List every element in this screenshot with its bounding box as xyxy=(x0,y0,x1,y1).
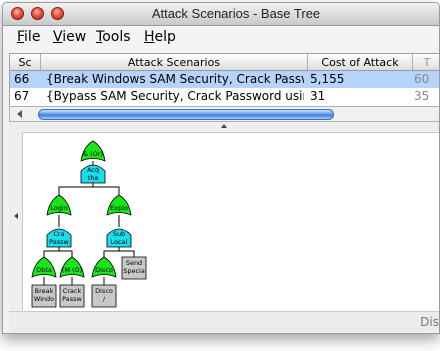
tree-node-crackleaf[interactable]: CrackPassw xyxy=(59,284,85,308)
row-extra: 35 xyxy=(414,89,430,103)
tree-node-crack[interactable]: CraPassw xyxy=(46,228,72,248)
menu-tools[interactable]: Tools xyxy=(96,29,131,45)
tree-edge xyxy=(58,183,94,195)
tree-node-label: Disco xyxy=(95,266,113,274)
tree-node-label: Cra xyxy=(53,230,64,238)
tree-edge xyxy=(103,247,120,257)
attack-tree-canvas[interactable]: & (Or) Acq the Login Explo Cra Passw Sub Local Ob… xyxy=(23,132,439,311)
split-pane-divider[interactable] xyxy=(9,123,439,131)
row-scenario: {Break Windows SAM Security, Crack Passw… xyxy=(46,72,304,86)
row-number: 66 xyxy=(14,72,30,86)
table-row[interactable]: 67 {Bypass SAM Security, Crack Password … xyxy=(10,88,439,105)
tree-node-label: & (Or) xyxy=(83,150,103,158)
scenario-table: Sc Attack Scenarios Cost of Attack T 66 … xyxy=(9,53,439,107)
tree-node-label: Local xyxy=(111,238,128,246)
menu-help[interactable]: Help xyxy=(144,29,176,45)
row-extra: 60 xyxy=(414,72,430,86)
tree-node-label: Login xyxy=(50,204,68,212)
tree-node-label: Send xyxy=(126,259,142,267)
table-header: Sc Attack Scenarios Cost of Attack T xyxy=(10,54,439,71)
tree-edge xyxy=(43,247,60,257)
attack-tree: & (Or)AcqtheLogin ExploCraPasswSubLocalOb… xyxy=(31,140,147,308)
status-text: Dis xyxy=(420,315,439,329)
tree-node-discoleaf[interactable]: Disco/ xyxy=(91,284,117,308)
left-collapse-handle[interactable] xyxy=(9,132,23,310)
collapse-left-icon[interactable] xyxy=(12,212,20,220)
scrollbar-thumb[interactable] xyxy=(38,109,334,120)
tree-node-send[interactable]: SendSpecia xyxy=(121,256,147,280)
tree-node-break[interactable]: BreakWindo xyxy=(31,284,57,308)
tree-node-disco[interactable]: Disco xyxy=(91,256,117,278)
menu-view[interactable]: View xyxy=(53,29,86,45)
status-bar: Dis xyxy=(9,311,439,332)
tree-node-label: Explo xyxy=(110,204,128,212)
tree-edge xyxy=(118,247,135,257)
tree-node-label: Passw xyxy=(62,295,82,303)
tree-node-mor[interactable]: (M (O) xyxy=(59,256,85,278)
tree-node-label: Break xyxy=(35,287,54,295)
tree-edge xyxy=(58,247,73,257)
tree-node-login[interactable]: Login xyxy=(46,194,72,216)
tree-node-label: Crack xyxy=(63,287,82,295)
window-title: Attack Scenarios - Base Tree xyxy=(151,6,321,21)
horizontal-scrollbar[interactable] xyxy=(9,106,439,122)
tree-node-root[interactable]: & (Or) xyxy=(80,140,106,162)
row-cost: 31 xyxy=(310,89,326,103)
tree-node-acq[interactable]: Acqthe xyxy=(80,164,106,184)
tree-node-label: (M (O) xyxy=(62,266,82,274)
tree-node-label: Sub xyxy=(113,230,125,238)
tree-node-obta[interactable]: Obta xyxy=(31,256,57,278)
tree-node-label: Passw xyxy=(49,238,69,246)
table-row[interactable]: 66 {Break Windows SAM Security, Crack Pa… xyxy=(10,71,439,88)
tree-node-label: Obta xyxy=(36,266,52,274)
col-header-cost[interactable]: Cost of Attack xyxy=(308,56,412,69)
tree-edge xyxy=(92,183,120,195)
col-header-number[interactable]: Sc xyxy=(10,56,40,69)
tree-node-exploit[interactable]: Explo xyxy=(106,194,132,216)
scroll-left-icon[interactable] xyxy=(12,107,28,121)
row-scenario: {Bypass SAM Security, Crack Password usi… xyxy=(46,89,304,103)
collapse-up-icon[interactable] xyxy=(220,123,228,129)
tree-node-label: Acq xyxy=(87,166,99,174)
col-header-scenario[interactable]: Attack Scenarios xyxy=(41,56,307,69)
tree-node-label: Specia xyxy=(123,267,145,275)
tree-node-label: Windo xyxy=(34,295,54,303)
row-number: 67 xyxy=(14,89,30,103)
col-header-extra[interactable]: T xyxy=(414,56,439,69)
app-window: Attack Scenarios - Base Tree File View T… xyxy=(2,2,440,334)
tree-node-label: the xyxy=(88,174,99,182)
tree-node-label: Disco xyxy=(95,287,113,295)
menu-bar: File View Tools Help xyxy=(3,26,439,48)
menu-file[interactable]: File xyxy=(17,29,40,45)
row-cost: 5,155 xyxy=(310,72,345,86)
title-bar: Attack Scenarios - Base Tree xyxy=(3,3,439,26)
tree-node-sub[interactable]: SubLocal xyxy=(106,228,132,248)
